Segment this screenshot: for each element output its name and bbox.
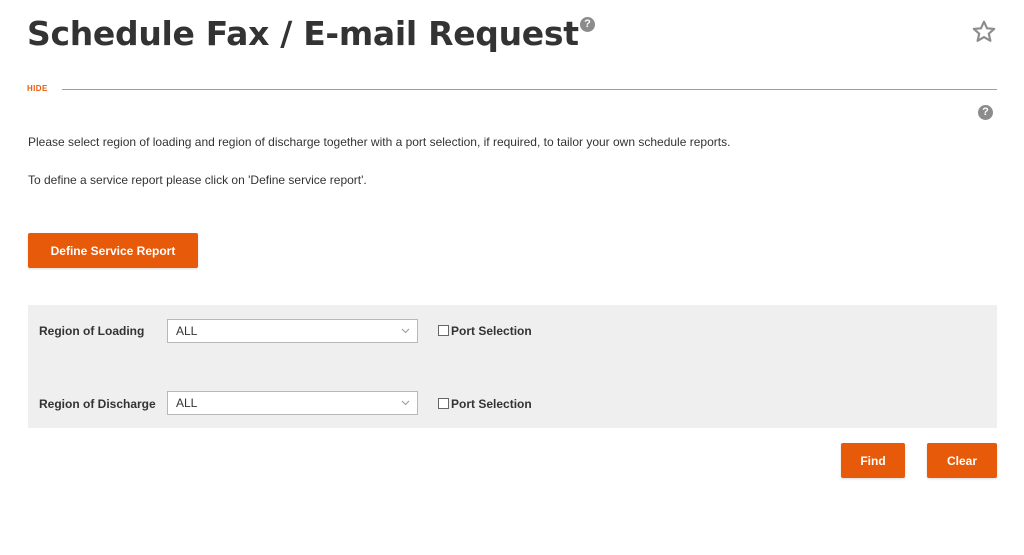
checkbox-icon[interactable] bbox=[438, 325, 449, 336]
region-of-discharge-select[interactable]: ALL bbox=[167, 391, 418, 415]
port-selection-loading-checkbox[interactable]: Port Selection bbox=[438, 324, 532, 338]
star-outline-icon[interactable] bbox=[971, 19, 997, 45]
clear-button[interactable]: Clear bbox=[927, 443, 997, 478]
port-selection-label: Port Selection bbox=[451, 397, 532, 411]
region-of-loading-label: Region of Loading bbox=[39, 324, 145, 338]
filter-panel: Region of Loading ALL Port Selection Reg… bbox=[28, 305, 997, 428]
question-circle-icon[interactable]: ? bbox=[978, 105, 993, 120]
page-title: Schedule Fax / E-mail Request bbox=[27, 14, 579, 53]
find-button[interactable]: Find bbox=[841, 443, 905, 478]
port-selection-label: Port Selection bbox=[451, 324, 532, 338]
region-of-discharge-value: ALL bbox=[176, 396, 198, 410]
chevron-down-icon bbox=[401, 328, 410, 334]
region-of-loading-value: ALL bbox=[176, 324, 198, 338]
question-circle-icon[interactable]: ? bbox=[580, 17, 595, 32]
define-service-report-button[interactable]: Define Service Report bbox=[28, 233, 198, 268]
region-of-loading-select[interactable]: ALL bbox=[167, 319, 418, 343]
intro-text-service: To define a service report please click … bbox=[28, 173, 367, 187]
port-selection-discharge-checkbox[interactable]: Port Selection bbox=[438, 397, 532, 411]
region-of-discharge-label: Region of Discharge bbox=[39, 397, 156, 411]
checkbox-icon[interactable] bbox=[438, 398, 449, 409]
intro-text: Please select region of loading and regi… bbox=[28, 135, 731, 149]
section-divider bbox=[62, 89, 997, 90]
chevron-down-icon bbox=[401, 400, 410, 406]
section-header: HIDE bbox=[27, 83, 997, 97]
hide-toggle-link[interactable]: HIDE bbox=[27, 84, 48, 93]
